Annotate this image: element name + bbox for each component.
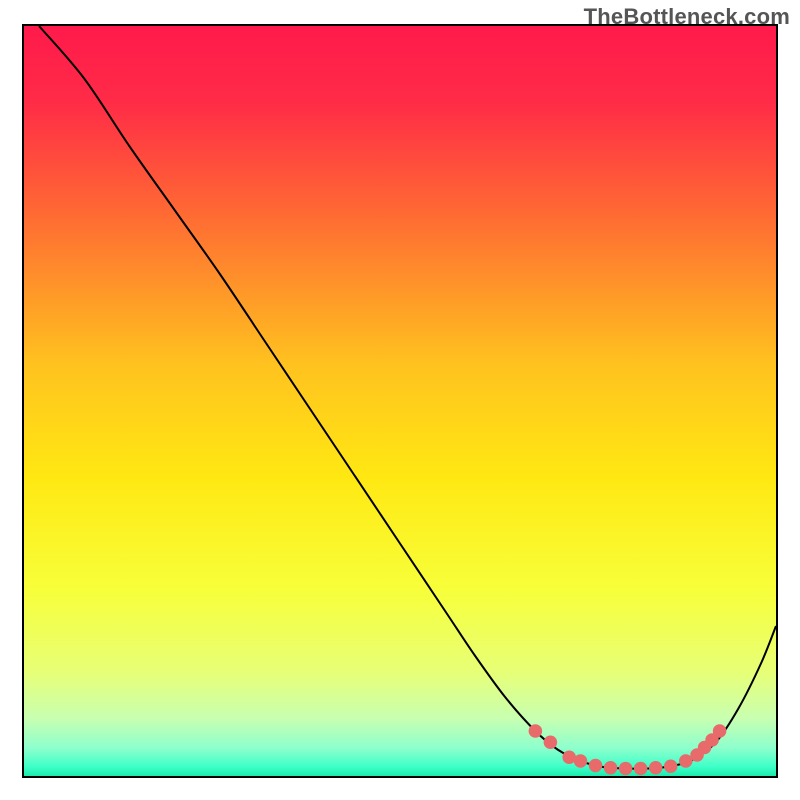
bottleneck-curve-path — [39, 26, 776, 769]
valley-dot — [529, 724, 543, 738]
watermark-text: TheBottleneck.com — [584, 4, 790, 30]
valley-dot — [604, 761, 618, 775]
curve-layer — [24, 26, 776, 776]
valley-dot — [589, 759, 603, 773]
valley-dot — [544, 736, 558, 750]
plot-area — [22, 24, 778, 778]
valley-dot — [649, 761, 663, 775]
valley-dot — [664, 759, 678, 773]
chart-frame: TheBottleneck.com — [0, 0, 800, 800]
valley-dot — [713, 724, 727, 738]
valley-dot — [634, 762, 648, 776]
valley-dot — [574, 754, 588, 768]
valley-dot — [619, 762, 633, 776]
